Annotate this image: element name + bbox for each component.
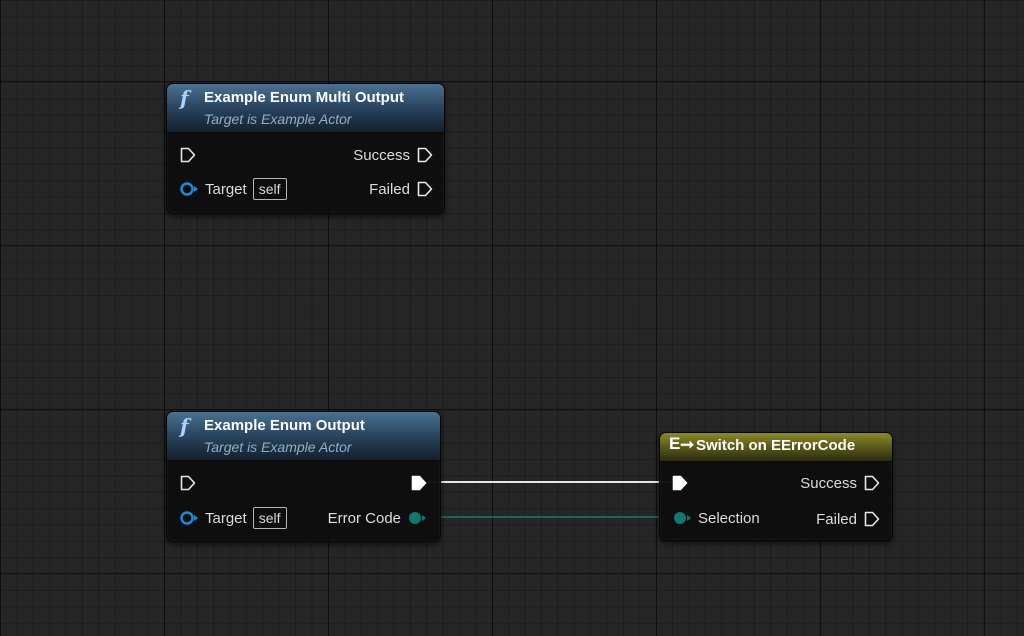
node-header[interactable]: f Example Enum Multi Output Target is Ex…	[167, 84, 444, 133]
target-input-pin[interactable]: Target self	[179, 178, 287, 200]
exec-pin-icon	[864, 475, 880, 491]
node-subtitle: Target is Example Actor	[204, 111, 352, 127]
node-header[interactable]: f Example Enum Output Target is Example …	[167, 412, 440, 461]
pin-label-success: Success	[800, 474, 857, 492]
exec-pin-icon	[180, 147, 196, 163]
target-default-value[interactable]: self	[252, 507, 287, 529]
node-title: Example Enum Multi Output	[204, 89, 405, 106]
blueprint-graph-canvas[interactable]: f Example Enum Multi Output Target is Ex…	[0, 0, 1024, 636]
exec-in-pin[interactable]	[179, 472, 197, 494]
node-subtitle: Target is Example Actor	[204, 439, 352, 455]
error-code-output-pin[interactable]: Error Code	[328, 507, 428, 529]
target-input-pin[interactable]: Target self	[179, 507, 287, 529]
object-pin-icon	[180, 182, 198, 196]
node-title: Switch on EErrorCode	[696, 437, 856, 454]
exec-pin-icon-connected	[411, 475, 427, 491]
node-header[interactable]: E⭢ Switch on EErrorCode	[660, 433, 892, 462]
node-example-enum-output[interactable]: f Example Enum Output Target is Example …	[166, 411, 441, 542]
enum-pin-icon	[674, 512, 691, 524]
exec-out-success-pin[interactable]: Success	[800, 472, 881, 494]
pin-label-selection: Selection	[698, 509, 760, 527]
exec-pin-icon	[180, 475, 196, 491]
exec-out-failed-pin[interactable]: Failed	[369, 178, 434, 200]
pin-label-target: Target	[205, 509, 247, 527]
enum-pin-icon	[409, 512, 426, 524]
node-title: Example Enum Output	[204, 417, 365, 434]
selection-input-pin[interactable]: Selection	[671, 507, 760, 529]
exec-pin-icon	[417, 181, 433, 197]
pin-label-success: Success	[353, 146, 410, 164]
exec-out-pin[interactable]	[410, 472, 428, 494]
exec-pin-icon	[864, 511, 880, 527]
function-icon: f	[180, 414, 189, 438]
exec-in-pin[interactable]	[179, 144, 197, 166]
node-example-enum-multi-output[interactable]: f Example Enum Multi Output Target is Ex…	[166, 83, 445, 214]
node-switch-on-eerrorcode[interactable]: E⭢ Switch on EErrorCode Success Selectio…	[659, 432, 893, 541]
pin-label-failed: Failed	[816, 510, 857, 528]
pin-label-failed: Failed	[369, 180, 410, 198]
exec-pin-icon-connected	[672, 475, 688, 491]
exec-in-pin[interactable]	[671, 472, 689, 494]
exec-out-failed-pin[interactable]: Failed	[816, 508, 881, 530]
object-pin-icon	[180, 511, 198, 525]
target-default-value[interactable]: self	[252, 178, 287, 200]
exec-out-success-pin[interactable]: Success	[353, 144, 434, 166]
exec-pin-icon	[417, 147, 433, 163]
switch-enum-icon: E⭢	[669, 434, 694, 453]
pin-label-target: Target	[205, 180, 247, 198]
pin-label-error-code: Error Code	[327, 509, 401, 527]
function-icon: f	[180, 86, 189, 110]
